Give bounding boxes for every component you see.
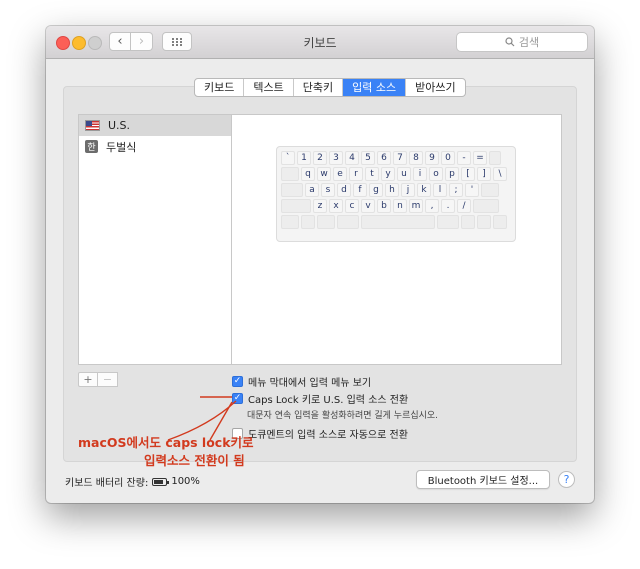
annotation-line-2: 입력소스 전환이 됨 bbox=[144, 453, 245, 468]
annotation-arrows bbox=[167, 396, 237, 441]
annotation-line-1: macOS에서도 caps lock키로 bbox=[78, 435, 254, 450]
